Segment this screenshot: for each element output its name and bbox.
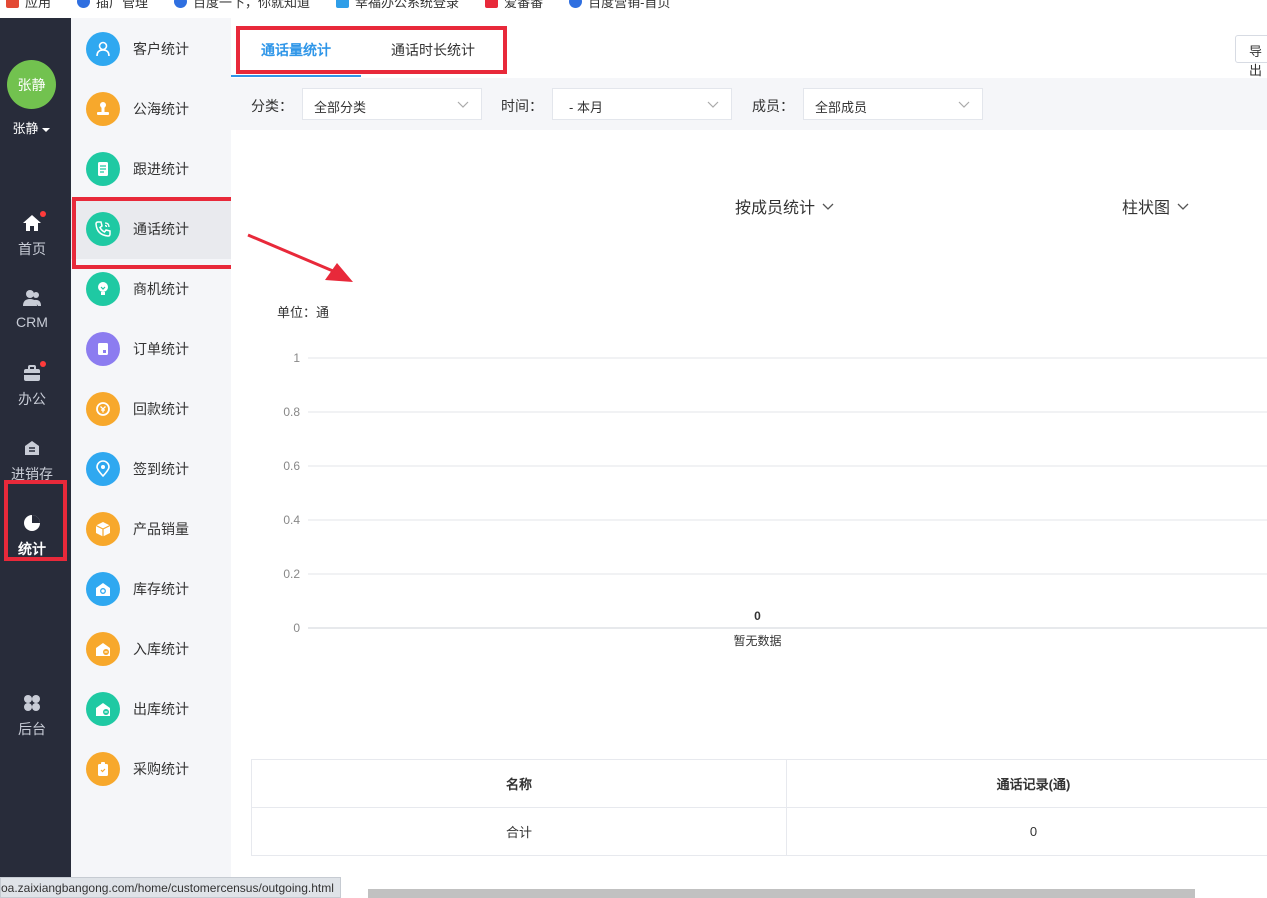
app-icon <box>336 0 350 8</box>
bookmark-baidu-marketing[interactable]: 百度营销-首页 <box>569 0 670 11</box>
nav-inventory[interactable]: 进销存 <box>0 438 64 484</box>
highlight-box-tabs <box>236 26 507 74</box>
call-volume-chart: 0 0.2 0.4 0.6 0.8 1 0 暂无数据 <box>283 351 1267 648</box>
seal-icon <box>86 92 120 126</box>
notification-dot <box>40 361 46 367</box>
x-category-label: 暂无数据 <box>733 633 781 648</box>
app-root: 应用 插广管理 百度一下，你就知道 幸福办公系统登录 爱番番 百度营销-首页 张… <box>0 0 1267 898</box>
inventory-icon <box>22 438 42 458</box>
baidu-paw-icon <box>77 0 91 8</box>
stock-in-icon <box>86 632 120 666</box>
refund-icon <box>86 392 120 426</box>
red-arrow-annotation <box>247 233 353 282</box>
bookmark-baidu[interactable]: 百度一下，你就知道 <box>174 0 310 11</box>
group-by-dropdown[interactable]: 按成员统计 <box>735 194 835 218</box>
briefcase-icon <box>22 361 46 383</box>
customer-icon <box>86 32 120 66</box>
bar-value-label: 0 <box>754 609 761 623</box>
nav-crm[interactable]: CRM <box>0 288 64 330</box>
main-nav-rail: 张静 张静 首页 CRM 办公 进销存 统计 后台 <box>0 18 71 898</box>
time-label: 时间： <box>501 98 543 114</box>
y-tick-label: 0 <box>293 621 300 635</box>
bookmark-xingfu-login[interactable]: 幸福办公系统登录 <box>336 0 459 11</box>
table-header-row: 名称 通话记录(通) <box>251 759 1267 808</box>
y-tick-label: 0.6 <box>283 459 300 473</box>
submenu-item-stock-out[interactable]: 出库统计 <box>71 679 231 739</box>
table-row: 合计 0 <box>251 807 1267 856</box>
user-menu[interactable]: 张静 <box>0 118 62 137</box>
submenu-item-purchase[interactable]: 采购统计 <box>71 739 231 799</box>
nav-office[interactable]: 办公 <box>0 361 64 409</box>
caret-down-icon <box>41 127 50 132</box>
bookmark-aifanfan[interactable]: 爱番番 <box>485 0 543 11</box>
notification-dot <box>40 211 46 217</box>
y-tick-label: 0.8 <box>283 405 300 419</box>
nav-admin[interactable]: 后台 <box>0 693 64 739</box>
member-label: 成员： <box>752 98 794 114</box>
horizontal-scrollbar[interactable] <box>368 889 1195 898</box>
export-button[interactable]: 导出 <box>1235 35 1267 78</box>
chevron-down-icon <box>822 203 834 210</box>
baidu-paw-icon <box>174 0 188 8</box>
tab-active-indicator <box>231 75 361 77</box>
bookmark-apps[interactable]: 应用 <box>6 0 51 11</box>
order-icon <box>86 332 120 366</box>
statistics-submenu: 客户统计 公海统计 跟进统计 通话统计 商机统计 订单统计 回款统计 签到统计 <box>71 18 231 898</box>
submenu-item-customer[interactable]: 客户统计 <box>71 19 231 79</box>
grid-icon <box>22 693 42 713</box>
lightbulb-icon <box>86 272 120 306</box>
chart-type-dropdown[interactable]: 柱状图 <box>1122 194 1190 218</box>
baidu-paw-icon <box>569 0 583 8</box>
warehouse-icon <box>86 572 120 606</box>
status-bar-url: oa.zaixiangbangong.com/home/customercens… <box>0 877 341 898</box>
summary-table: 名称 通话记录(通) 合计 0 <box>251 759 1267 856</box>
apps-grid-icon <box>6 0 19 8</box>
location-pin-icon <box>86 452 120 486</box>
highlight-box-submenu <box>72 197 236 269</box>
category-select[interactable]: 全部分类 <box>302 88 482 120</box>
home-icon <box>22 211 46 233</box>
chart-unit-label: 单位：通 <box>277 305 330 320</box>
chevron-down-icon <box>707 101 719 108</box>
main-content: 通话量统计 通话时长统计 导出 分类： 全部分类 时间： - 本月 成员： 全部… <box>231 18 1267 898</box>
submenu-item-product-sales[interactable]: 产品销量 <box>71 499 231 559</box>
submenu-item-payments[interactable]: 回款统计 <box>71 379 231 439</box>
users-icon <box>22 288 42 308</box>
submenu-item-public-pool[interactable]: 公海统计 <box>71 79 231 139</box>
avatar[interactable]: 张静 <box>7 60 56 109</box>
box-icon <box>86 512 120 546</box>
bookmark-ad-management[interactable]: 插广管理 <box>77 0 148 11</box>
chevron-down-icon <box>958 101 970 108</box>
purchase-icon <box>86 752 120 786</box>
submenu-item-orders[interactable]: 订单统计 <box>71 319 231 379</box>
document-icon <box>86 152 120 186</box>
highlight-box-rail <box>4 480 67 561</box>
app-icon <box>485 0 499 8</box>
time-select[interactable]: - 本月 <box>552 88 732 120</box>
table-cell-name: 合计 <box>251 807 787 856</box>
category-label: 分类： <box>251 98 293 114</box>
y-tick-label: 0.4 <box>283 513 300 527</box>
submenu-item-stock-in[interactable]: 入库统计 <box>71 619 231 679</box>
filter-bar: 分类： 全部分类 时间： - 本月 成员： 全部成员 <box>231 78 1267 130</box>
column-header-name: 名称 <box>251 759 787 808</box>
stock-out-icon <box>86 692 120 726</box>
column-header-call-records: 通话记录(通) <box>786 759 1267 808</box>
bookmarks-bar: 应用 插广管理 百度一下，你就知道 幸福办公系统登录 爱番番 百度营销-首页 <box>0 0 1267 11</box>
chevron-down-icon <box>457 101 469 108</box>
y-tick-label: 0.2 <box>283 567 300 581</box>
submenu-item-follow-up[interactable]: 跟进统计 <box>71 139 231 199</box>
submenu-item-check-in[interactable]: 签到统计 <box>71 439 231 499</box>
table-cell-call-records: 0 <box>786 807 1267 856</box>
submenu-item-stock[interactable]: 库存统计 <box>71 559 231 619</box>
member-select[interactable]: 全部成员 <box>803 88 983 120</box>
chevron-down-icon <box>1177 203 1189 210</box>
nav-home[interactable]: 首页 <box>0 211 64 259</box>
y-tick-label: 1 <box>293 351 300 365</box>
